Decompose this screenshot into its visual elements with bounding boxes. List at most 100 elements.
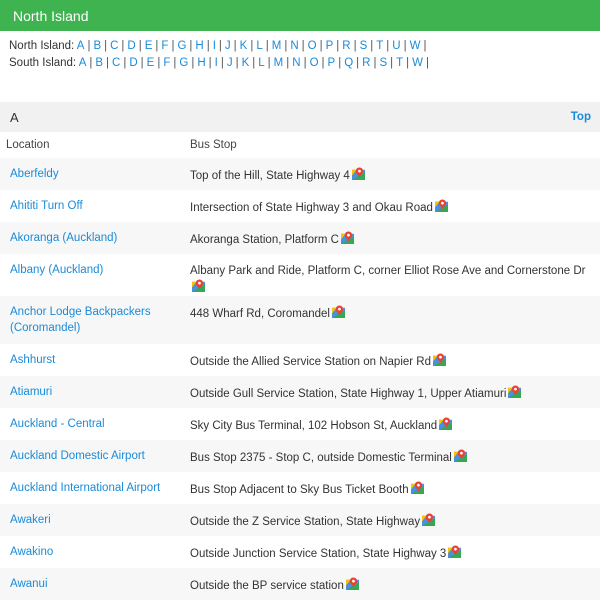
location-link[interactable]: Anchor Lodge Backpackers (Coromandel) [0,296,176,344]
letter-separator: | [353,40,357,52]
letter-separator: | [426,57,430,69]
bus-stop-cell: Albany Park and Ride, Platform C, corner… [176,254,600,296]
letter-separator: | [286,57,290,69]
letter-separator: | [303,57,307,69]
letter-separator: | [157,57,161,69]
letter-separator: | [423,40,427,52]
table-row: Awakino Outside Junction Service Station,… [0,536,600,568]
location-link[interactable]: Auckland International Airport [0,472,176,504]
map-pin-icon[interactable] [331,305,345,318]
bus-stop-text: 448 Wharf Rd, Coromandel [190,308,330,320]
bus-stop-cell: Outside Gull Service Station, State High… [176,376,600,408]
letter-section-bar: A Top [0,102,600,132]
map-pin-icon[interactable] [422,513,436,526]
map-pin-icon[interactable] [351,167,365,180]
bus-stop-cell: Top of the Hill, State Highway 4 [176,158,600,190]
north-letter-d[interactable]: D [127,40,135,52]
north-letter-j[interactable]: J [225,40,231,52]
letter-separator: | [403,40,407,52]
south-letter-j[interactable]: J [227,57,233,69]
map-pin-icon[interactable] [340,231,354,244]
location-link[interactable]: Aberfeldy [0,158,176,190]
letter-separator: | [235,57,239,69]
letter-separator: | [267,57,271,69]
north-island-letter-links: A | B | C | D | E | F | G | H | I | J | K | L | M | N | O | P | R | S | T | U |… [77,40,430,52]
south-letter-n[interactable]: N [292,57,300,69]
north-letter-l[interactable]: L [256,40,262,52]
letter-separator: | [220,57,224,69]
bus-stop-cell: Bus Stop Adjacent to Sky Bus Ticket Boot… [176,472,600,504]
north-letter-o[interactable]: O [308,40,317,52]
letter-separator: | [123,57,127,69]
letter-separator: | [138,40,142,52]
north-letter-h[interactable]: H [195,40,203,52]
south-island-letter-links: A | B | C | D | E | F | G | H | I | J | K | L | M | N | O | P | Q | R | S | T |… [79,57,432,69]
letter-separator: | [301,40,305,52]
north-letter-m[interactable]: M [272,40,282,52]
bus-stop-text: Bus Stop 2375 - Stop C, outside Domestic… [190,452,452,464]
map-pin-icon[interactable] [434,199,448,212]
location-link[interactable]: Ashhurst [0,344,176,376]
north-letter-u[interactable]: U [392,40,400,52]
south-island-index: South Island: A | B | C | D | E | F | G | H | I | J | K | L | M |… [9,55,591,72]
location-link[interactable]: Akoranga (Auckland) [0,222,176,254]
south-letter-s[interactable]: S [379,57,387,69]
map-pin-icon[interactable] [508,385,522,398]
bus-stop-column-header: Bus Stop [190,139,237,151]
north-island-index: North Island: A | B | C | D | E | F | G | H | I | J | K | L | M |… [9,38,591,55]
map-pin-icon[interactable] [433,353,446,366]
bus-stop-text: Outside Junction Service Station, State … [190,548,447,560]
bus-stop-cell: Outside the Allied Service Station on Na… [176,344,600,376]
south-letter-g[interactable]: G [179,57,188,69]
location-link[interactable]: Awakino [0,536,176,568]
table-row: Albany (Auckland) Albany Park and Ride, P… [0,254,600,296]
letter-separator: | [321,57,325,69]
north-letter-r[interactable]: R [342,40,350,52]
south-letter-l[interactable]: L [258,57,264,69]
bus-stop-text: Bus Stop Adjacent to Sky Bus Ticket Boot… [190,484,409,496]
south-letter-w[interactable]: W [412,57,423,69]
south-letter-o[interactable]: O [310,57,319,69]
map-pin-icon[interactable] [453,449,467,462]
bus-stop-cell: Outside the Z Service Station, State Hig… [176,504,600,536]
location-link[interactable]: Auckland Domestic Airport [0,440,176,472]
letter-separator: | [336,40,340,52]
location-link[interactable]: Awakeri [0,504,176,536]
table-row: Auckland - Central Sky City Bus Terminal,… [0,408,600,440]
letter-separator: | [284,40,288,52]
bus-stop-text: Outside Gull Service Station, State High… [190,388,507,400]
south-letter-m[interactable]: M [274,57,284,69]
south-letter-h[interactable]: H [197,57,205,69]
map-pin-icon[interactable] [448,545,462,558]
bus-stop-text: Akoranga Station, Platform C [190,234,339,246]
location-link[interactable]: Awanui [0,568,176,600]
table-row: Awakeri Outside the Z Service Station, St… [0,504,600,536]
bus-stop-text: Albany Park and Ride, Platform C, corner… [190,265,586,277]
table-header-row: Location Bus Stop [0,132,600,158]
location-link[interactable]: Auckland - Central [0,408,176,440]
letter-separator: | [218,40,222,52]
letter-separator: | [206,40,210,52]
letter-separator: | [319,40,323,52]
north-letter-n[interactable]: N [290,40,298,52]
table-row: Aberfeldy Top of the Hill, State Highway … [0,158,600,190]
bus-stop-text: Top of the Hill, State Highway 4 [190,170,350,182]
north-letter-w[interactable]: W [410,40,421,52]
location-link[interactable]: Atiamuri [0,376,176,408]
table-row: Auckland International Airport Bus Stop A… [0,472,600,504]
top-link[interactable]: Top [571,111,591,123]
north-letter-b[interactable]: B [93,40,101,52]
map-pin-icon[interactable] [439,417,453,430]
south-letter-q[interactable]: Q [344,57,353,69]
map-pin-icon[interactable] [410,481,424,494]
table-row: Awanui Outside the BP service station [0,568,600,600]
map-pin-icon[interactable] [345,577,359,590]
bus-stop-text: Outside the Z Service Station, State Hig… [190,516,421,528]
location-link[interactable]: Albany (Auckland) [0,254,176,296]
location-link[interactable]: Ahititi Turn Off [0,190,176,222]
south-letter-b[interactable]: B [95,57,103,69]
table-row: Ashhurst Outside the Allied Service Stati… [0,344,600,376]
map-pin-icon[interactable] [192,279,205,292]
letter-separator: | [356,57,360,69]
south-letter-d[interactable]: D [129,57,137,69]
